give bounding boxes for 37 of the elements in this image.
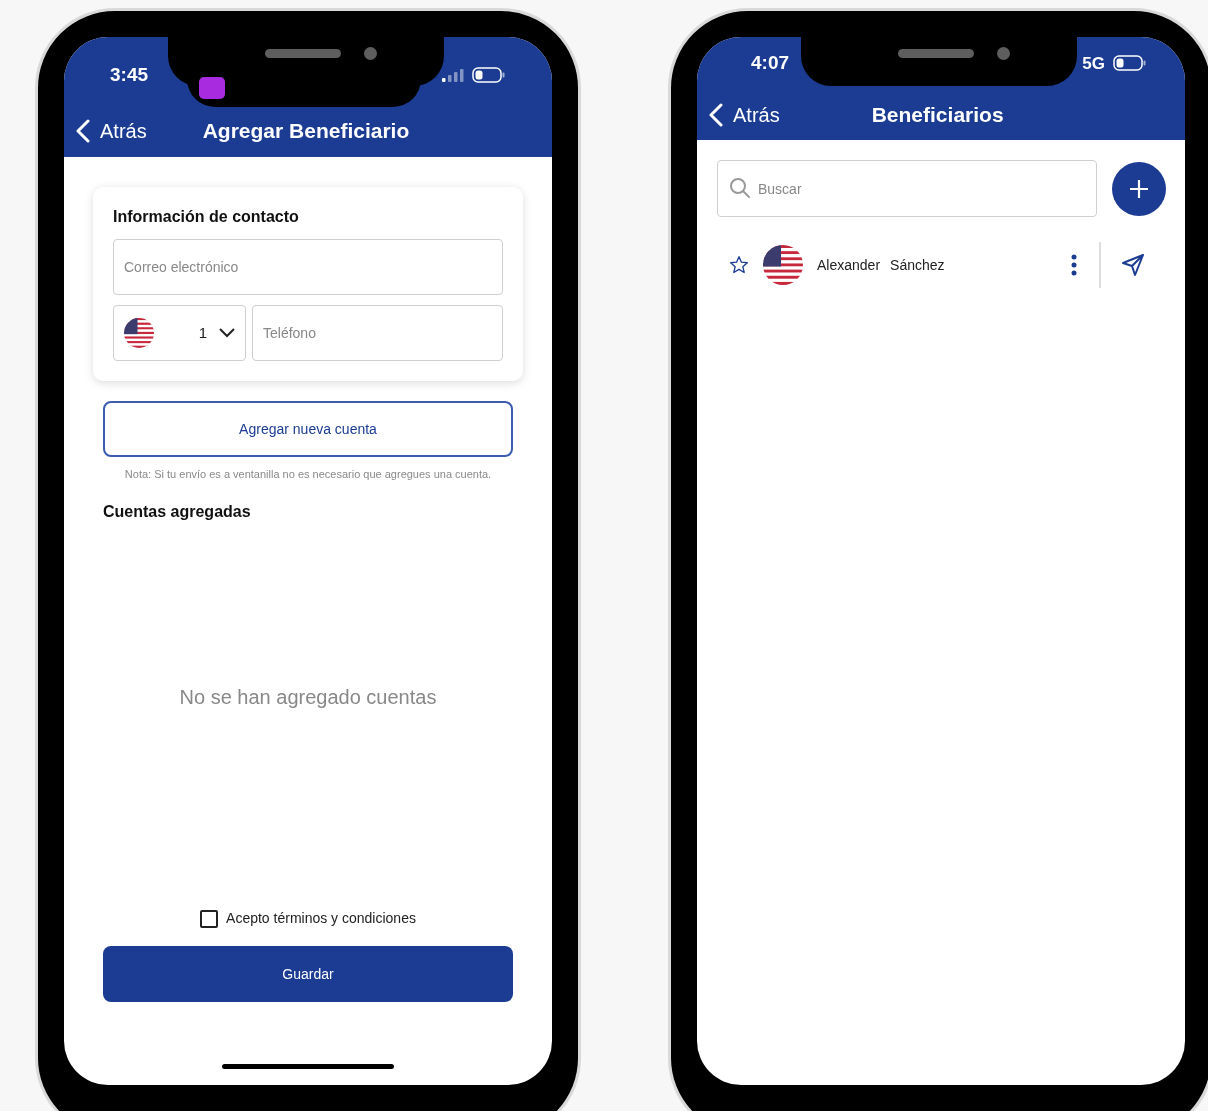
empty-message: No se han agregado cuentas (179, 685, 437, 710)
card-title: Información de contacto (113, 207, 300, 227)
chevron-down-icon (219, 328, 235, 338)
signal-icon (442, 68, 464, 83)
terms-checkbox[interactable]: Acepto términos y condiciones (200, 908, 416, 929)
back-chevron-icon (76, 119, 90, 143)
checkbox[interactable] (200, 909, 219, 928)
screen-title: Agregar Beneficiario (202, 118, 410, 145)
send-icon[interactable] (1121, 253, 1145, 277)
back-button[interactable]: Atrás (64, 116, 147, 146)
star-icon[interactable] (729, 255, 749, 275)
search-field[interactable]: Buscar (717, 160, 1097, 217)
more-options-icon[interactable] (1071, 254, 1077, 276)
screen-title: Beneficiarios (871, 102, 1004, 129)
back-chevron-icon (709, 103, 723, 127)
plus-icon (1129, 178, 1149, 199)
country-code-select[interactable]: 1 (113, 305, 246, 361)
network-label: 5G (1082, 52, 1105, 75)
note-text: Nota: Si tu envío es a ventanilla no es necesario que agregues una cuenta. (123, 467, 493, 482)
beneficiary-row[interactable]: Alexander Sánchez (697, 241, 1185, 289)
phone-field[interactable]: Teléfono (252, 305, 503, 361)
flag-icon (124, 318, 154, 348)
battery-icon (472, 67, 506, 84)
app-icon (199, 77, 225, 99)
email-field[interactable]: Correo electrónico (113, 239, 503, 295)
save-button[interactable]: Guardar (103, 946, 513, 1002)
search-icon (729, 177, 751, 199)
add-account-button[interactable]: Agregar nueva cuenta (103, 401, 513, 457)
status-time: 3:45 (110, 63, 149, 87)
battery-icon (1113, 55, 1147, 72)
first-name: Alexander (817, 255, 881, 275)
last-name: Sánchez (890, 255, 945, 275)
accounts-heading: Cuentas agregadas (103, 502, 252, 522)
status-time: 4:07 (751, 51, 790, 75)
add-beneficiary-button[interactable] (1112, 161, 1166, 216)
back-button[interactable]: Atrás (697, 100, 780, 130)
flag-icon (763, 245, 803, 285)
